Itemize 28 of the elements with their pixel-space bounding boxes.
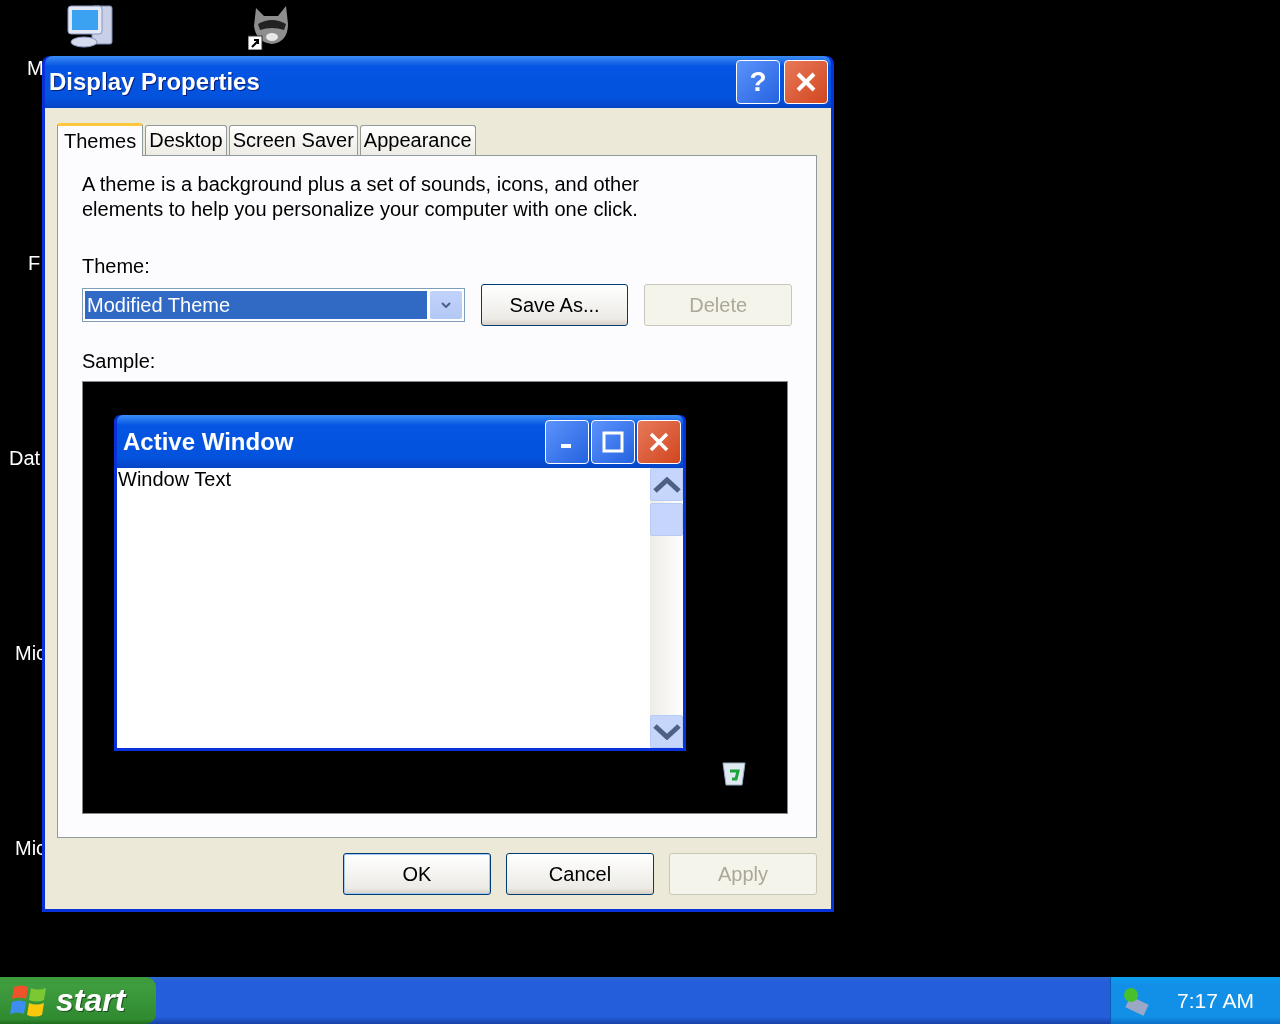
close-icon [637,419,681,464]
sample-window-text: Window Text [117,468,232,492]
scrollbar-thumb [650,503,683,536]
dialog-button[interactable]: OK [343,853,491,895]
sample-label: Sample: [82,350,157,373]
dialog-button[interactable]: Cancel [506,853,654,895]
tab[interactable]: Desktop [145,125,227,155]
desktop-icon-label: M [27,56,44,80]
caret-icon [440,302,451,308]
tab[interactable]: Screen Saver [228,125,358,155]
close-icon [794,70,818,94]
minimize-icon [545,419,589,464]
computer-icon[interactable] [66,2,116,50]
clock: 7:17 AM [1177,988,1255,1013]
desktop-icon-label: Dat [9,446,41,470]
tab[interactable]: Themes [57,123,144,156]
start-button[interactable]: start [0,977,156,1024]
theme-button[interactable]: Save As... [480,284,629,326]
theme-label: Theme: [82,255,151,278]
description-text: A theme is a background plus a set of sounds, icons, and other elements to help you personalize your computer with one click. [82,172,640,222]
close-button[interactable] [784,60,828,104]
sample-window-title: Active Window [123,427,295,456]
theme-dropdown[interactable]: Modified Theme [82,288,465,322]
help-button[interactable]: ? [736,60,780,104]
desktop-icon-label: F [28,251,41,275]
tab[interactable]: Appearance [359,125,476,155]
maximize-icon [591,419,635,464]
window-title: Display Properties [49,68,261,96]
